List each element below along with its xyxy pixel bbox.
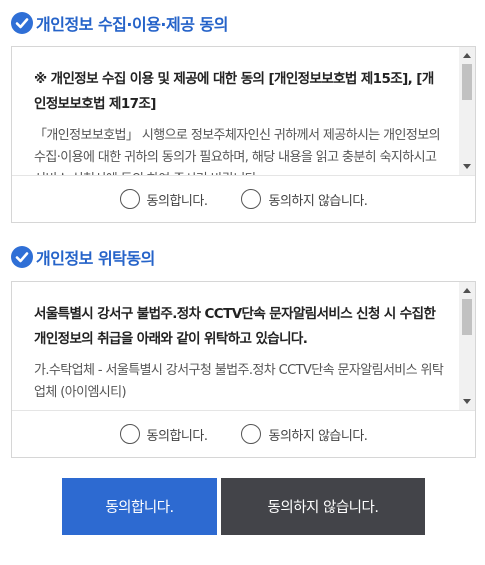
agree-radio-label: 동의합니다. [146, 193, 208, 209]
disagree-radio-label: 동의하지 않습니다. [268, 193, 368, 209]
consignment-heading: 서울특별시 강서구 불법주.정차 CCTV단속 문자알림서비스 신청 시 수집한… [34, 306, 436, 347]
scrollbar-thumb[interactable] [462, 64, 472, 100]
section-consent-collection-title: 개인정보 수집·이용·제공 동의 [11, 11, 228, 35]
consignment-radio-group: 동의합니다. 동의하지 않습니다. [12, 410, 475, 457]
check-circle-icon [11, 12, 33, 34]
disagree-radio-option[interactable]: 동의하지 않습니다. [241, 189, 368, 209]
scroll-up-arrow-icon[interactable] [463, 53, 471, 58]
consent-consignment-box: 서울특별시 강서구 불법주.정차 CCTV단속 문자알림서비스 신청 시 수집한… [11, 281, 476, 458]
consent-consignment-scroll-area[interactable]: 서울특별시 강서구 불법주.정차 CCTV단속 문자알림서비스 신청 시 수집한… [12, 282, 475, 410]
agree-radio-option[interactable]: 동의합니다. [119, 424, 208, 444]
scroll-up-arrow-icon[interactable] [463, 288, 471, 293]
scroll-down-arrow-icon[interactable] [463, 399, 471, 404]
agree-radio-label: 동의합니다. [146, 428, 208, 444]
agree-radio[interactable] [119, 189, 140, 209]
consent-radio-group: 동의합니다. 동의하지 않습니다. [12, 175, 475, 222]
consignment-body-text: 가.수탁업체 - 서울특별시 강서구청 불법주.정차 CCTV단속 문자알림서비… [34, 363, 444, 400]
disagree-radio[interactable] [241, 189, 262, 209]
consent-collection-box: ※ 개인정보 수집 이용 및 제공에 대한 동의 [개인정보보호법 제15조],… [11, 46, 476, 223]
section-title-text: 개인정보 수집·이용·제공 동의 [36, 15, 228, 34]
section-title-text: 개인정보 위탁동의 [36, 249, 155, 268]
disagree-button[interactable]: 동의하지 않습니다. [221, 478, 425, 535]
check-circle-icon [11, 246, 33, 268]
scroll-down-arrow-icon[interactable] [463, 164, 471, 169]
agree-radio[interactable] [119, 424, 140, 444]
section-consignment-title: 개인정보 위탁동의 [11, 245, 155, 269]
disagree-radio-option[interactable]: 동의하지 않습니다. [241, 424, 368, 444]
agree-radio-option[interactable]: 동의합니다. [119, 189, 208, 209]
consent-collection-scroll-area[interactable]: ※ 개인정보 수집 이용 및 제공에 대한 동의 [개인정보보호법 제15조],… [12, 47, 475, 175]
disagree-radio[interactable] [241, 424, 262, 444]
agree-button[interactable]: 동의합니다. [62, 478, 217, 535]
consent-body-text: 「개인정보보호법」 시행으로 정보주체자인신 귀하께서 제공하시는 개인정보의 … [34, 128, 441, 175]
disagree-radio-label: 동의하지 않습니다. [268, 428, 368, 444]
scrollbar-thumb[interactable] [462, 299, 472, 335]
consent-heading: ※ 개인정보 수집 이용 및 제공에 대한 동의 [개인정보보호법 제15조],… [34, 71, 434, 112]
scrollbar[interactable] [459, 47, 475, 175]
scrollbar[interactable] [459, 282, 475, 410]
